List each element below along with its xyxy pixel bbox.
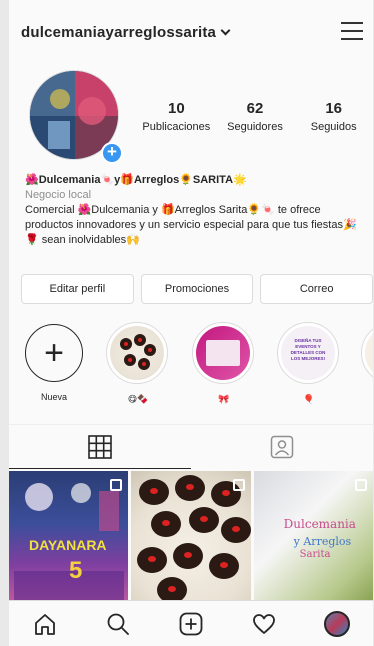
story-highlights: + Nueva 😋🍫 🎀 DISEÑA TUS EVENTOS Y DETALL… [9,322,373,412]
nav-home[interactable] [30,609,60,639]
profile-avatar-icon [323,610,350,637]
nav-profile[interactable] [322,609,352,639]
highlight-new[interactable]: + Nueva [22,322,86,402]
profile-screen: dulcemaniayarreglossarita + 10 Publicaci… [9,0,373,646]
profile-name: 🌺Dulcemania🍬y🎁Arreglos🌻SARITA🌟 [25,174,247,186]
posts-grid: DAYANARA 5 Dulcemania y Arreglos Sarita [9,471,373,603]
highlight-label: 🎈 [303,394,315,404]
highlight-thumbnail [110,326,164,380]
bio-line: Comercial 🌺Dulcemania y 🎁Arreglos Sarita… [25,204,321,216]
post-text: y Arreglos [293,535,352,548]
posts-label: Publicaciones [142,121,211,133]
profile-category: Negocio local [25,189,92,201]
followers-label: Seguidores [227,121,283,133]
stat-following[interactable]: 16 Seguidos [294,100,373,133]
grid-icon [88,434,112,459]
hamburger-icon[interactable] [341,22,363,40]
add-post-icon [179,612,203,635]
heart-icon [252,613,275,634]
profile-tabs [9,424,373,469]
username-label: dulcemaniayarreglossarita [21,24,217,41]
highlight-item[interactable]: 🎀 [192,322,256,405]
edit-profile-button[interactable]: Editar perfil [21,274,134,304]
tagged-person-icon [270,435,294,459]
username-switcher[interactable]: dulcemaniayarreglossarita [21,24,231,41]
profile-bio: 🌺Dulcemania🍬y🎁Arreglos🌻SARITA🌟 Negocio l… [25,173,370,248]
highlight-item[interactable]: 😋🍫 [106,322,170,405]
post-thumbnail[interactable]: DAYANARA 5 [9,471,129,603]
multiple-images-icon [354,479,367,491]
highlight-thumbnail-text: DISEÑA TUS EVENTOS Y DETALLES CON LOS ME… [290,338,326,361]
stat-posts[interactable]: 10 Publicaciones [137,100,216,133]
posts-count: 10 [167,100,185,117]
nav-new-post[interactable] [176,609,206,639]
top-bar: dulcemaniayarreglossarita [9,0,373,62]
promotions-button[interactable]: Promociones [140,274,254,304]
highlight-item[interactable]: DISEÑA TUS EVENTOS Y DETALLES CON LOS ME… [277,322,341,405]
post-text: Dulcemania [283,517,356,531]
post-text: DAYANARA [29,537,107,553]
search-icon [107,613,130,635]
highlight-item-partial[interactable] [361,322,373,384]
multiple-images-icon [110,479,123,491]
bio-line: productos innovadores y un servicio espe… [25,219,357,231]
multiple-images-icon [232,479,245,491]
followers-count: 62 [246,100,264,117]
post-number: 5 [69,557,83,584]
highlight-label: Nueva [40,392,67,402]
home-icon [35,613,56,635]
post-text: Sarita [299,549,331,560]
following-count: 16 [325,100,343,117]
tab-grid[interactable] [9,425,191,469]
chevron-down-icon [220,25,231,36]
highlight-label: 🎀 [218,394,230,404]
profile-actions: Editar perfil Promociones Correo [21,274,373,304]
tab-tagged[interactable] [191,425,373,469]
bio-line: 🌹 sean inolvidables🙌 [25,234,140,246]
profile-stats: 10 Publicaciones 62 Seguidores 16 Seguid… [137,100,373,133]
nav-activity[interactable] [249,609,279,639]
email-button[interactable]: Correo [260,274,373,304]
following-label: Seguidos [310,121,357,133]
bottom-navigation [9,600,373,646]
post-thumbnail[interactable]: Dulcemania y Arreglos Sarita [253,471,373,603]
plus-icon: + [25,324,83,382]
highlight-thumbnail [196,326,250,380]
highlight-thumbnail: DISEÑA TUS EVENTOS Y DETALLES CON LOS ME… [281,326,335,380]
stat-followers[interactable]: 62 Seguidores [216,100,295,133]
highlight-label: 😋🍫 [127,394,149,404]
nav-search[interactable] [103,609,133,639]
post-thumbnail[interactable] [131,471,251,603]
add-story-plus-icon[interactable]: + [101,142,123,164]
